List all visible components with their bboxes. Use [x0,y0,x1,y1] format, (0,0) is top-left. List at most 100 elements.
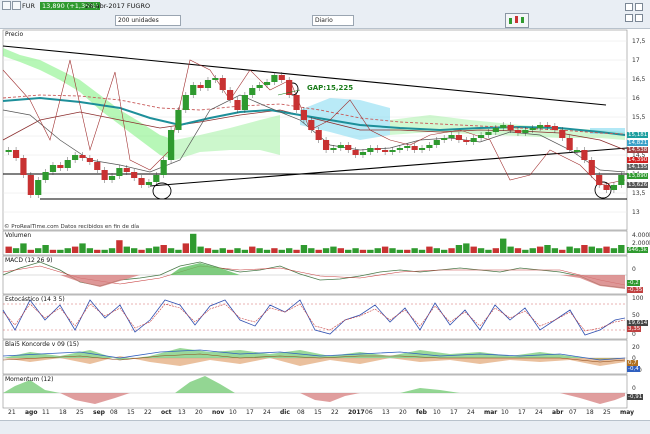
price-candle [559,130,566,138]
time-tick: 11 [42,409,50,416]
time-tick: 08 [297,409,305,416]
blai-panel-label: Blai5 Koncorde v 09 (15) [5,341,80,348]
volume-bar [234,248,241,253]
price-candle [123,168,130,172]
blai-indicator [2,348,627,366]
time-tick: 10 [229,409,237,416]
volume-bar [271,248,278,253]
volume-bar [293,249,300,253]
price-candle [249,88,256,95]
price-box: 14,821 [627,140,649,146]
volume-bar [404,249,411,253]
price-candle [315,130,322,140]
momentum-tick: 0 [632,385,636,392]
price-candle [330,148,337,150]
volume-bar [263,249,271,253]
macd-tick: 0 [632,266,636,273]
volume-bar [219,248,226,253]
volume-bar [359,249,367,253]
price-candle [182,95,189,110]
volume-bar [440,249,448,253]
time-tick: 25 [76,409,84,416]
volume-bar [418,249,426,253]
volume-bar [463,243,470,253]
price-candle [94,162,101,170]
price-candle [131,172,138,178]
volume-bar [86,248,94,253]
price-candle [49,165,57,172]
volume-bar [101,249,108,253]
chart-canvas[interactable] [0,0,650,433]
price-candle [522,130,529,133]
macd-box: -0,35 [627,287,644,293]
price-candle [581,150,588,160]
time-tick: 20 [399,409,407,416]
time-tick: 20 [195,409,203,416]
time-tick: 06 [365,409,373,416]
price-candle [204,80,212,88]
volume-bar [345,249,352,253]
price-tick: 16,5 [632,76,646,83]
volume-bar [130,248,138,253]
price-candle [20,158,27,175]
time-tick: 18 [586,409,594,416]
volume-bar [322,248,330,253]
price-candle [433,140,440,145]
source-note: © ProRealTime.com Datos recibidos en fin… [4,224,140,230]
time-tick: 24 [263,409,271,416]
price-tick: 13 [632,209,640,216]
volume-bar [20,243,27,253]
volume-tick: 4.000k [632,232,650,239]
status-bar [0,420,650,434]
price-candle [271,75,278,82]
rising-trendline [149,147,628,187]
volume-bar [551,248,559,253]
price-box: 14,390 [627,157,649,163]
volume-bar [79,243,86,253]
volume-bar [470,246,477,253]
price-candle [101,170,108,180]
price-tick: 13,5 [632,190,646,197]
volume-panel-label: Volumen [5,232,32,239]
price-candle [5,150,12,152]
volume-bar [396,249,404,253]
momentum-box: -0,91 [627,394,644,400]
price-candle [263,82,271,85]
volume-bar [448,248,455,253]
stoch-indicator [2,299,627,336]
price-candle [79,155,86,158]
price-candle [610,185,618,190]
macd-indicator [2,261,627,289]
price-candle [278,75,285,80]
time-tick: 17 [450,409,458,416]
volume-bar [241,249,249,253]
volume-bar [108,248,116,253]
volume-tick: 2.000k [632,240,650,247]
volume-bar [315,249,322,253]
volume-bar [94,249,101,253]
price-candle [190,85,197,95]
macd-panel-label: MACD (12 26 9) [5,257,53,264]
volume-bar [477,248,485,253]
price-box: 13,626 [627,182,649,188]
volume-bar [226,249,234,253]
time-tick: 15 [127,409,135,416]
price-candle [337,145,344,148]
price-candle [618,175,625,185]
price-candle [219,78,226,90]
price-candle [57,165,64,168]
price-candle [596,175,603,185]
price-tick: 15,5 [632,114,646,121]
volume-bar [411,248,418,253]
volume-bar [12,248,20,253]
price-candle [27,175,34,195]
volume-bar [536,246,544,253]
price-candle [116,168,123,176]
volume-bar [190,233,197,253]
price-tick: 16 [632,95,640,102]
price-candle [300,110,308,120]
gap-annotation: GAP:15,225 [307,84,354,92]
volume-bar [618,245,625,253]
volume-bar [485,249,492,253]
price-candle [603,185,610,190]
